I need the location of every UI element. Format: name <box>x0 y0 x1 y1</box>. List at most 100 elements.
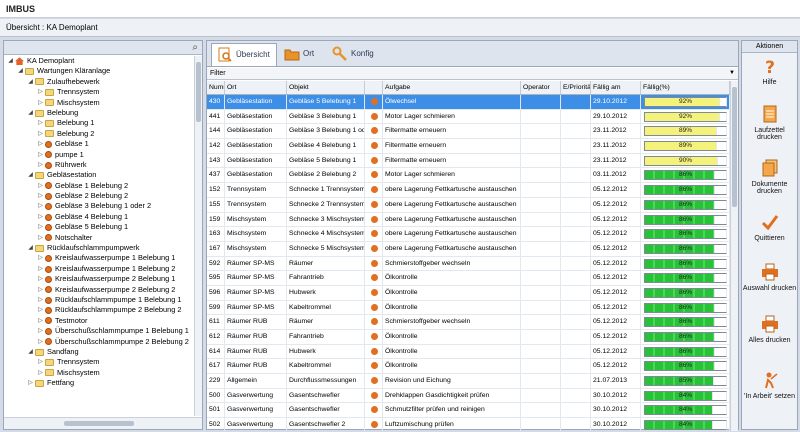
column-header-task[interactable]: Aufgabe <box>383 81 521 94</box>
table-row[interactable]: 155 Trennsystem Schnecke 2 Trennsystem ober… <box>207 197 730 213</box>
table-row[interactable]: 167 Mischsystem Schnecke 5 Mischsystem ober… <box>207 241 730 257</box>
tree-node[interactable]: ▷ Kreislaufwasserpumpe 1 Belebung 2 <box>4 264 194 274</box>
table-row[interactable]: 596 Räumer SP-MS Hubwerk Ölkontrolle 05.12.2… <box>207 285 730 301</box>
expand-toggle-icon[interactable]: ▷ <box>37 87 44 97</box>
tab-config[interactable]: Konfig <box>327 43 380 66</box>
collapse-toggle-icon[interactable]: ◢ <box>27 170 34 180</box>
collapse-toggle-icon[interactable]: ◢ <box>7 56 14 66</box>
tree-node[interactable]: ▷ Trennsystem <box>4 87 194 97</box>
tree-node[interactable]: ▷ Kreislaufwasserpumpe 2 Belebung 2 <box>4 285 194 295</box>
table-row[interactable]: 437 Gebläsestation Gebläse 2 Belebung 2 Mot… <box>207 168 730 184</box>
expand-toggle-icon[interactable]: ▷ <box>37 264 44 274</box>
print-routing-sheet-button[interactable]: Laufzettel drucken <box>742 105 797 141</box>
column-header-location[interactable]: Ort <box>225 81 287 94</box>
tree-vertical-scrollbar[interactable] <box>194 56 202 416</box>
tree-node[interactable]: ▷ Mischsystem <box>4 98 194 108</box>
tree-node[interactable]: ◢ Zulaufhebewerk <box>4 77 194 87</box>
tree-node[interactable]: ▷ Notschalter <box>4 233 194 243</box>
table-row[interactable]: 592 Räumer SP-MS Räumer Schmierstoffgeber w… <box>207 256 730 272</box>
tree-node[interactable]: ▷ pumpe 1 <box>4 150 194 160</box>
expand-toggle-icon[interactable]: ▷ <box>37 305 44 315</box>
expand-toggle-icon[interactable]: ▷ <box>37 274 44 284</box>
table-row[interactable]: 502 Gasverwertung Gasentschwefler 2 Luftzum… <box>207 418 730 431</box>
column-header-number[interactable]: Numm <box>207 81 225 94</box>
column-header-icon[interactable] <box>365 81 383 94</box>
table-row[interactable]: 617 Räumer RUB Kabeltrommel Ölkontrolle 05.1… <box>207 359 730 375</box>
expand-toggle-icon[interactable]: ▷ <box>37 150 44 160</box>
tree-node[interactable]: ▷ Gebläse 2 Belebung 2 <box>4 191 194 201</box>
table-row[interactable]: 159 Mischsystem Schnecke 3 Mischsystem ober… <box>207 212 730 228</box>
print-documents-button[interactable]: Dokumente drucken <box>742 159 797 195</box>
table-row[interactable]: 229 Allgemein Durchflussmessungen Revision … <box>207 374 730 389</box>
expand-toggle-icon[interactable]: ▷ <box>37 368 44 378</box>
column-header-object[interactable]: Objekt <box>287 81 365 94</box>
tree-node[interactable]: ◢ Wartungen Kläranlage <box>4 66 194 76</box>
column-header-due-percent[interactable]: Fällig(%) <box>641 81 730 94</box>
tree-node[interactable]: ▷ Rührwerk <box>4 160 194 170</box>
scroll-thumb[interactable] <box>64 421 134 426</box>
collapse-toggle-icon[interactable]: ◢ <box>27 347 34 357</box>
expand-toggle-icon[interactable]: ▷ <box>37 181 44 191</box>
tree-node[interactable]: ▷ Rücklaufschlammpumpe 1 Belebung 1 <box>4 295 194 305</box>
expand-toggle-icon[interactable]: ▷ <box>37 233 44 243</box>
tree-node[interactable]: ▷ Mischsystem <box>4 368 194 378</box>
chevron-down-icon[interactable]: ▼ <box>729 70 735 76</box>
expand-toggle-icon[interactable]: ▷ <box>37 326 44 336</box>
tree-node[interactable]: ▷ Belebung 1 <box>4 118 194 128</box>
acknowledge-button[interactable]: Quittieren <box>742 213 797 242</box>
table-row[interactable]: 163 Mischsystem Schnecke 4 Mischsystem ober… <box>207 227 730 242</box>
table-row[interactable]: 441 Gebläsestation Gebläse 3 Belebung 1 Mot… <box>207 109 730 125</box>
tree-node[interactable]: ▷ Trennsystem <box>4 357 194 367</box>
tree-node[interactable]: ◢ Rücklaufschlammpumpwerk <box>4 243 194 253</box>
expand-toggle-icon[interactable]: ▷ <box>37 253 44 263</box>
tree-node[interactable]: ▷ Gebläse 4 Belebung 1 <box>4 212 194 222</box>
table-row[interactable]: 430 Gebläsestation Gebläse 5 Belebung 1 Ölw… <box>207 95 730 110</box>
help-button[interactable]: ? Hilfe <box>742 57 797 86</box>
tree-node[interactable]: ▷ Gebläse 5 Belebung 1 <box>4 222 194 232</box>
tree-node[interactable]: ◢ Gebläsestation <box>4 170 194 180</box>
table-row[interactable]: 611 Räumer RUB Räumer Schmierstoffgeber wec… <box>207 315 730 330</box>
tab-location[interactable]: Ort <box>279 43 320 66</box>
tree-horizontal-scrollbar[interactable] <box>4 417 202 429</box>
expand-toggle-icon[interactable]: ▷ <box>37 222 44 232</box>
table-row[interactable]: 152 Trennsystem Schnecke 1 Trennsystem ober… <box>207 183 730 198</box>
tree-node[interactable]: ▷ Gebläse 1 Belebung 2 <box>4 181 194 191</box>
tree-node[interactable]: ▷ Fettfang <box>4 378 194 388</box>
tree-node[interactable]: ▷ Belebung 2 <box>4 129 194 139</box>
tree-node[interactable]: ▷ Überschußschlammpumpe 2 Belebung 2 <box>4 337 194 347</box>
tree-node[interactable]: ◢ Sandfang <box>4 347 194 357</box>
table-row[interactable]: 595 Räumer SP-MS Fahrantrieb Ölkontrolle 05.… <box>207 271 730 286</box>
column-header-due-date[interactable]: Fällig am <box>591 81 641 94</box>
column-header-priority[interactable]: E/Priorität <box>561 81 591 94</box>
expand-toggle-icon[interactable]: ▷ <box>37 139 44 149</box>
expand-toggle-icon[interactable]: ▷ <box>37 212 44 222</box>
table-row[interactable]: 500 Gasverwertung Gasentschwefler Drehklapp… <box>207 388 730 404</box>
table-row[interactable]: 144 Gebläsestation Gebläse 3 Belebung 1 od… <box>207 124 730 140</box>
print-all-button[interactable]: Alles drucken <box>742 315 797 344</box>
table-row[interactable]: 143 Gebläsestation Gebläse 5 Belebung 1 Fil… <box>207 153 730 169</box>
expand-toggle-icon[interactable]: ▷ <box>37 160 44 170</box>
set-in-progress-button[interactable]: 'In Arbeit' setzen <box>742 371 797 400</box>
expand-toggle-icon[interactable]: ▷ <box>37 295 44 305</box>
expand-toggle-icon[interactable]: ▷ <box>37 285 44 295</box>
tree-node[interactable]: ▷ Rücklaufschlammpumpe 2 Belebung 2 <box>4 305 194 315</box>
collapse-toggle-icon[interactable]: ◢ <box>27 108 34 118</box>
collapse-toggle-icon[interactable]: ◢ <box>17 66 24 76</box>
scroll-thumb[interactable] <box>732 87 737 207</box>
table-row[interactable]: 614 Räumer RUB Hubwerk Ölkontrolle 05.12.201… <box>207 344 730 360</box>
expand-toggle-icon[interactable]: ▷ <box>37 357 44 367</box>
expand-toggle-icon[interactable]: ▷ <box>37 337 44 347</box>
table-row[interactable]: 599 Räumer SP-MS Kabeltrommel Ölkontrolle 05… <box>207 300 730 316</box>
scroll-thumb[interactable] <box>196 62 201 122</box>
expand-toggle-icon[interactable]: ▷ <box>37 201 44 211</box>
expand-toggle-icon[interactable]: ▷ <box>27 378 34 388</box>
table-vertical-scrollbar[interactable] <box>730 81 738 431</box>
expand-toggle-icon[interactable]: ▷ <box>37 316 44 326</box>
tree-node[interactable]: ▷ Überschußschlammpumpe 1 Belebung 1 <box>4 326 194 336</box>
tree-node[interactable]: ▷ Testmotor <box>4 316 194 326</box>
table-row[interactable]: 501 Gasverwertung Gasentschwefler Schmutzfi… <box>207 403 730 419</box>
table-row[interactable]: 612 Räumer RUB Fahrantrieb Ölkontrolle 05.12… <box>207 330 730 345</box>
tab-overview[interactable]: Übersicht <box>211 43 277 66</box>
expand-toggle-icon[interactable]: ▷ <box>37 129 44 139</box>
search-icon[interactable]: ⌕ <box>192 42 198 53</box>
